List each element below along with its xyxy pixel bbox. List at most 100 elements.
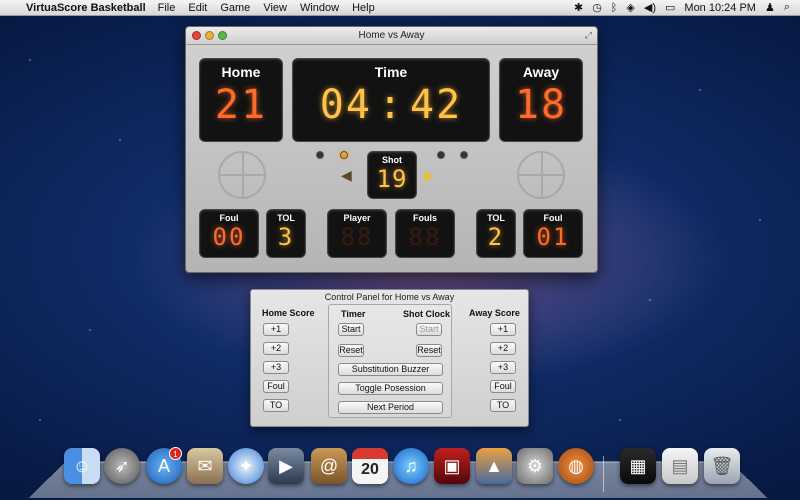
shot-clock-heading: Shot Clock — [403, 309, 451, 319]
home-possession-arrow-icon: ◀ — [341, 167, 352, 183]
away-tol: 2 — [487, 223, 505, 251]
app-menu[interactable]: VirtuaScore Basketball — [26, 2, 146, 14]
close-button[interactable] — [192, 31, 201, 40]
scoreboard-titlebar[interactable]: Home vs Away ⤢ — [186, 27, 597, 45]
home-label: Home — [221, 64, 261, 80]
menu-view[interactable]: View — [263, 2, 287, 14]
toggle-possession-button[interactable]: Toggle Posession — [338, 382, 443, 395]
user-icon[interactable]: ♟ — [765, 1, 775, 14]
window-title: Home vs Away — [358, 30, 425, 41]
away-score: 18 — [514, 82, 568, 128]
home-score: 21 — [214, 82, 268, 128]
away-period-light-1 — [437, 151, 445, 159]
timer-controls-group: Timer Shot Clock Start Start Reset Reset… — [328, 304, 452, 418]
time-minutes: 04 — [319, 82, 372, 128]
away-timeout-button[interactable]: TO — [490, 399, 516, 412]
bluetooth-icon[interactable]: ᛒ — [611, 2, 618, 14]
battery-icon[interactable]: ▭ — [665, 1, 675, 14]
photo-booth-icon[interactable]: ▣ — [434, 448, 470, 484]
away-foul-panel: Foul 01 — [523, 209, 583, 258]
documents-icon[interactable]: ▤ — [662, 448, 698, 484]
away-plus2-button[interactable]: +2 — [490, 342, 516, 355]
game-clock: 04 : 42 — [293, 82, 489, 128]
fouls-panel: Fouls 88 — [395, 209, 455, 258]
home-foul-button[interactable]: Foul — [263, 380, 289, 393]
time-label: Time — [374, 64, 408, 80]
player-number: 88 — [340, 223, 374, 251]
away-foul-label: Foul — [543, 213, 563, 223]
iphoto-icon[interactable]: ▲ — [476, 448, 512, 484]
home-period-light-2 — [340, 151, 348, 159]
menu-file[interactable]: File — [158, 2, 176, 14]
system-preferences-icon[interactable]: ⚙ — [517, 448, 553, 484]
home-tol-panel: TOL 3 — [266, 209, 306, 258]
fullscreen-icon[interactable]: ⤢ — [585, 30, 592, 41]
basketball-app-icon[interactable]: ◍ — [558, 448, 594, 484]
home-score-heading: Home Score — [262, 308, 315, 318]
address-book-icon[interactable]: @ — [311, 448, 347, 484]
safari-icon[interactable]: ✦ — [228, 448, 264, 484]
activity-monitor-icon[interactable]: ▦ — [620, 448, 656, 484]
player-fouls: 88 — [408, 223, 442, 251]
away-foul: 01 — [536, 223, 570, 251]
timer-start-button[interactable]: Start — [338, 323, 364, 336]
away-plus1-button[interactable]: +1 — [490, 323, 516, 336]
time-panel: Time 04 : 42 — [292, 58, 490, 142]
facetime-icon[interactable]: ▶ — [268, 448, 304, 484]
away-basketball-icon — [517, 151, 565, 199]
away-tol-label: TOL — [487, 213, 505, 223]
home-tol-label: TOL — [277, 213, 295, 223]
volume-icon[interactable]: ◀) — [644, 1, 656, 14]
away-tol-panel: TOL 2 — [476, 209, 516, 258]
menubar-clock[interactable]: Mon 10:24 PM — [684, 2, 756, 14]
menu-window[interactable]: Window — [300, 2, 339, 14]
substitution-buzzer-button[interactable]: Substitution Buzzer — [338, 363, 443, 376]
menu-game[interactable]: Game — [220, 2, 250, 14]
wifi-icon[interactable]: ◈ — [626, 1, 634, 14]
away-foul-button[interactable]: Foul — [490, 380, 516, 393]
fouls-label: Fouls — [413, 213, 437, 223]
home-plus3-button[interactable]: +3 — [263, 361, 289, 374]
home-plus2-button[interactable]: +2 — [263, 342, 289, 355]
time-seconds: 42 — [410, 82, 463, 128]
app-store-badge: 1 — [169, 447, 182, 460]
scoreboard-window: Home vs Away ⤢ Home 21 Time 04 : 42 Away… — [185, 26, 598, 273]
away-period-light-2 — [460, 151, 468, 159]
home-foul: 00 — [212, 223, 246, 251]
dock-separator — [603, 456, 604, 492]
time-colon: : — [377, 82, 405, 128]
home-plus1-button[interactable]: +1 — [263, 323, 289, 336]
away-score-panel: Away 18 — [499, 58, 583, 142]
finder-icon[interactable]: ☺ — [64, 448, 100, 484]
control-panel-window: Control Panel for Home vs Away Home Scor… — [250, 289, 529, 427]
itunes-icon[interactable]: ♫ — [393, 448, 429, 484]
player-panel: Player 88 — [327, 209, 387, 258]
next-period-button[interactable]: Next Period — [338, 401, 443, 414]
away-score-heading: Away Score — [469, 308, 520, 318]
away-plus3-button[interactable]: +3 — [490, 361, 516, 374]
ical-icon[interactable]: 20 — [352, 448, 388, 484]
shot-label: Shot — [382, 155, 402, 165]
minimize-button[interactable] — [205, 31, 214, 40]
shot-clock-start-button[interactable]: Start — [416, 323, 442, 336]
home-period-light-1 — [316, 151, 324, 159]
time-machine-icon[interactable]: ◷ — [592, 1, 602, 14]
zoom-button[interactable] — [218, 31, 227, 40]
mail-stamp-icon[interactable]: ✉ — [187, 448, 223, 484]
shot-clock: 19 — [376, 165, 408, 193]
control-panel-title[interactable]: Control Panel for Home vs Away — [251, 290, 528, 302]
home-foul-panel: Foul 00 — [199, 209, 259, 258]
shot-clock-reset-button[interactable]: Reset — [416, 344, 442, 357]
spotlight-icon[interactable]: ⌕ — [784, 1, 790, 14]
timer-reset-button[interactable]: Reset — [338, 344, 364, 357]
script-menu-icon[interactable]: ✱ — [574, 1, 583, 14]
menu-help[interactable]: Help — [352, 2, 375, 14]
away-label: Away — [522, 64, 560, 80]
menu-bar: VirtuaScore Basketball File Edit Game Vi… — [0, 0, 800, 16]
home-timeout-button[interactable]: TO — [263, 399, 289, 412]
launchpad-icon[interactable]: ➶ — [104, 448, 140, 484]
timer-heading: Timer — [341, 309, 366, 319]
menu-edit[interactable]: Edit — [188, 2, 207, 14]
player-label: Player — [343, 213, 371, 223]
trash-icon[interactable]: 🗑 — [704, 448, 740, 484]
